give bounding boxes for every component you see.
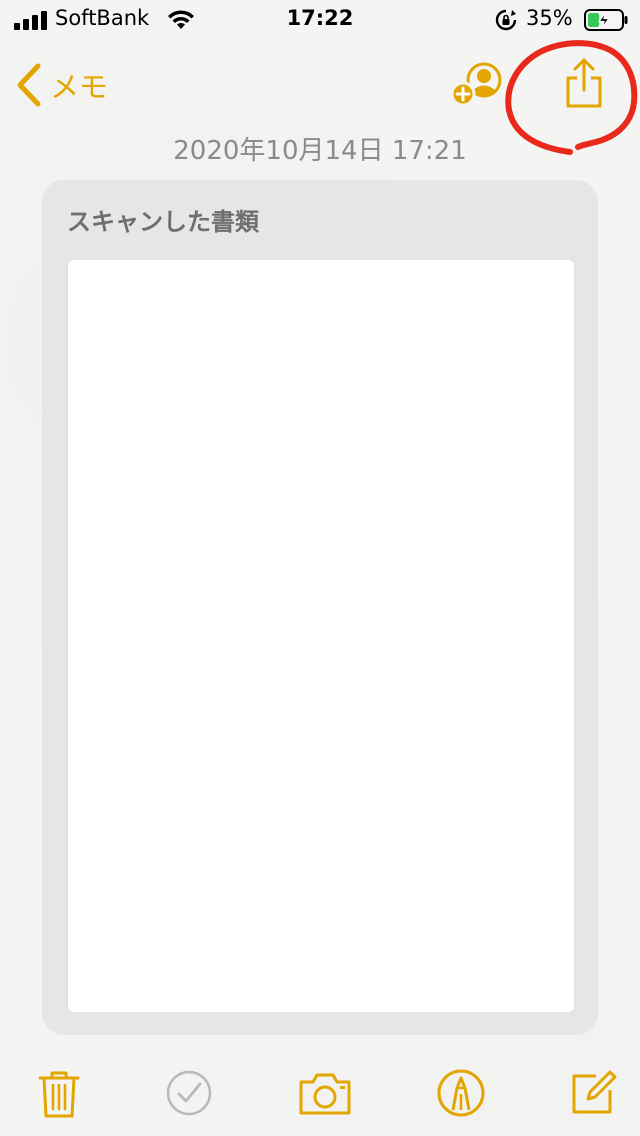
trash-icon (38, 1071, 80, 1118)
markup-pen-icon (437, 1069, 485, 1117)
compose-note-button[interactable] (566, 1066, 620, 1120)
back-button[interactable]: メモ (14, 60, 108, 110)
scanned-page-thumbnail (66, 260, 574, 1012)
checklist-button[interactable] (162, 1066, 216, 1120)
battery-charging-icon (584, 9, 628, 31)
note-date: 2020年10月14日 17:21 (173, 136, 467, 166)
chevron-left-icon (17, 63, 41, 107)
delete-button[interactable] (32, 1066, 86, 1120)
add-people-button[interactable] (448, 60, 508, 110)
share-button[interactable] (560, 56, 608, 112)
camera-icon (299, 1073, 351, 1115)
status-bar: SoftBank 17:22 35% (0, 0, 640, 40)
share-icon (566, 58, 602, 108)
compose-icon (572, 1070, 617, 1114)
battery-percentage: 35% (526, 6, 573, 30)
add-person-icon (450, 62, 502, 107)
scanned-document-card[interactable]: スキャンした書類 (42, 180, 598, 1035)
checkmark-circle-icon (166, 1070, 212, 1116)
back-label: メモ (50, 70, 109, 104)
camera-button[interactable] (296, 1066, 354, 1120)
bottom-toolbar (0, 1060, 640, 1126)
markup-button[interactable] (434, 1066, 488, 1120)
rotation-lock-icon (495, 9, 517, 31)
scanned-document-title: スキャンした書類 (67, 208, 259, 236)
